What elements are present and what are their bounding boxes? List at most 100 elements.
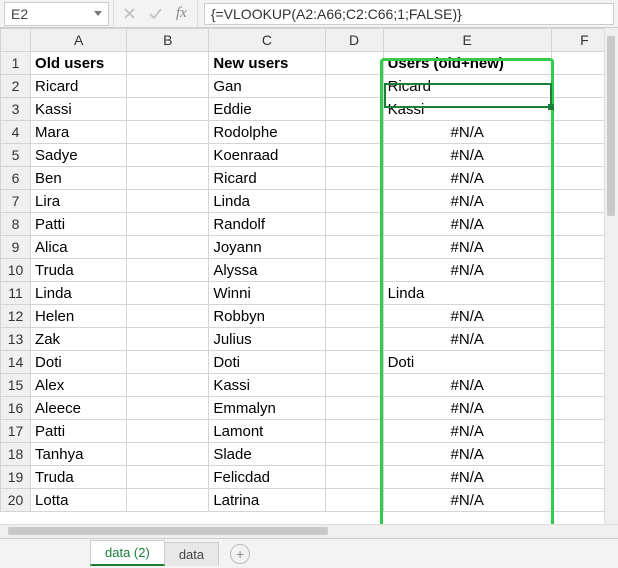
row-header[interactable]: 19 — [1, 466, 31, 489]
cell[interactable]: Linda — [383, 282, 551, 305]
row-header[interactable]: 2 — [1, 75, 31, 98]
cell[interactable] — [127, 190, 209, 213]
cell[interactable]: #N/A — [383, 305, 551, 328]
cell[interactable]: Doti — [31, 351, 127, 374]
cell[interactable] — [325, 489, 383, 512]
cell[interactable]: Julius — [209, 328, 325, 351]
cell[interactable]: Kassi — [209, 374, 325, 397]
cell[interactable]: #N/A — [383, 144, 551, 167]
sheet-tab[interactable]: data — [164, 542, 219, 566]
cell[interactable] — [127, 420, 209, 443]
cell[interactable] — [325, 236, 383, 259]
formula-input[interactable]: {=VLOOKUP(A2:A66;C2:C66;1;FALSE)} — [204, 3, 614, 25]
cell[interactable] — [127, 236, 209, 259]
cell[interactable]: Lamont — [209, 420, 325, 443]
cell[interactable]: Robbyn — [209, 305, 325, 328]
cell[interactable] — [127, 466, 209, 489]
cell[interactable]: Winni — [209, 282, 325, 305]
cell[interactable] — [325, 374, 383, 397]
enter-icon[interactable] — [149, 8, 162, 19]
cell[interactable] — [127, 397, 209, 420]
col-header-A[interactable]: A — [31, 29, 127, 52]
cell[interactable] — [325, 420, 383, 443]
cell[interactable]: #N/A — [383, 466, 551, 489]
row-header[interactable]: 11 — [1, 282, 31, 305]
cell[interactable]: Patti — [31, 420, 127, 443]
row-header[interactable]: 5 — [1, 144, 31, 167]
cell[interactable]: #N/A — [383, 190, 551, 213]
cell[interactable]: Patti — [31, 213, 127, 236]
cell[interactable]: Alex — [31, 374, 127, 397]
sheet-tab-active[interactable]: data (2) — [90, 540, 165, 566]
cell[interactable]: Ricard — [209, 167, 325, 190]
cell[interactable] — [127, 52, 209, 75]
cell[interactable]: Ben — [31, 167, 127, 190]
scrollbar-thumb[interactable] — [8, 527, 328, 535]
cell[interactable]: #N/A — [383, 374, 551, 397]
cell[interactable]: Truda — [31, 259, 127, 282]
cell[interactable] — [325, 259, 383, 282]
cell[interactable] — [127, 374, 209, 397]
cell[interactable] — [325, 167, 383, 190]
cell[interactable]: Eddie — [209, 98, 325, 121]
row-header[interactable]: 9 — [1, 236, 31, 259]
horizontal-scrollbar[interactable] — [0, 524, 618, 538]
cell[interactable]: #N/A — [383, 121, 551, 144]
cell[interactable] — [325, 305, 383, 328]
spreadsheet-grid[interactable]: A B C D E F 1Old usersNew usersUsers (ol… — [0, 28, 618, 512]
cell[interactable]: Ricard — [383, 75, 551, 98]
cell[interactable]: #N/A — [383, 259, 551, 282]
cell[interactable] — [127, 121, 209, 144]
cell[interactable]: Doti — [383, 351, 551, 374]
cell[interactable]: Old users — [31, 52, 127, 75]
cell[interactable] — [325, 328, 383, 351]
cell[interactable] — [325, 351, 383, 374]
cell[interactable]: Ricard — [31, 75, 127, 98]
cell[interactable]: Latrina — [209, 489, 325, 512]
cell[interactable]: Users (old+new) — [383, 52, 551, 75]
cell[interactable] — [127, 489, 209, 512]
cell[interactable]: Alyssa — [209, 259, 325, 282]
cell[interactable]: Alica — [31, 236, 127, 259]
cell[interactable] — [127, 443, 209, 466]
cell[interactable]: Slade — [209, 443, 325, 466]
cell[interactable]: Kassi — [383, 98, 551, 121]
cell[interactable] — [325, 282, 383, 305]
cell[interactable]: Linda — [209, 190, 325, 213]
cell[interactable]: Sadye — [31, 144, 127, 167]
cell[interactable]: Felicdad — [209, 466, 325, 489]
cell[interactable]: Truda — [31, 466, 127, 489]
cell[interactable] — [325, 443, 383, 466]
row-header[interactable]: 18 — [1, 443, 31, 466]
cell[interactable]: #N/A — [383, 213, 551, 236]
cell[interactable] — [127, 351, 209, 374]
cell[interactable] — [127, 98, 209, 121]
cell[interactable] — [325, 397, 383, 420]
row-header[interactable]: 15 — [1, 374, 31, 397]
cell[interactable]: Doti — [209, 351, 325, 374]
cell[interactable] — [325, 190, 383, 213]
cell[interactable]: Lotta — [31, 489, 127, 512]
cell[interactable] — [325, 466, 383, 489]
cell[interactable] — [127, 75, 209, 98]
cell[interactable] — [127, 259, 209, 282]
col-header-E[interactable]: E — [383, 29, 551, 52]
cell[interactable]: #N/A — [383, 236, 551, 259]
scrollbar-thumb[interactable] — [607, 36, 615, 216]
cell[interactable]: Aleece — [31, 397, 127, 420]
cell[interactable] — [325, 213, 383, 236]
cell[interactable]: Joyann — [209, 236, 325, 259]
row-header[interactable]: 16 — [1, 397, 31, 420]
cell[interactable]: Kassi — [31, 98, 127, 121]
row-header[interactable]: 14 — [1, 351, 31, 374]
row-header[interactable]: 10 — [1, 259, 31, 282]
row-header[interactable]: 3 — [1, 98, 31, 121]
cell[interactable] — [127, 167, 209, 190]
vertical-scrollbar[interactable] — [604, 28, 618, 538]
col-header-B[interactable]: B — [127, 29, 209, 52]
cell[interactable]: Koenraad — [209, 144, 325, 167]
col-header-D[interactable]: D — [325, 29, 383, 52]
chevron-down-icon[interactable] — [94, 11, 102, 16]
cell[interactable]: #N/A — [383, 489, 551, 512]
cell[interactable]: #N/A — [383, 328, 551, 351]
